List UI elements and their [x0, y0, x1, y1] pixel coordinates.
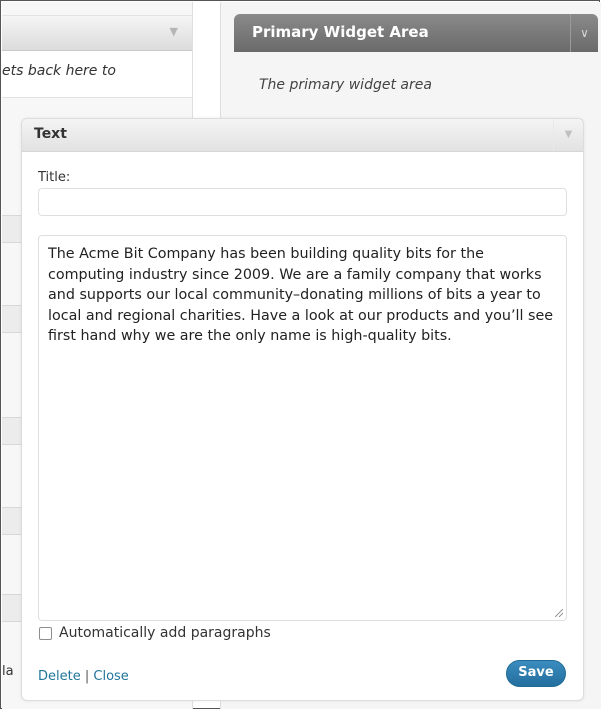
primary-widget-area-description: The primary widget area — [259, 77, 432, 93]
text-widget: Text ▼ Title: The Acme Bit Company has b… — [21, 118, 584, 701]
close-link[interactable]: Close — [93, 669, 128, 684]
triangle-down-icon[interactable]: ▼ — [553, 119, 583, 151]
chevron-down-icon[interactable]: ∨ — [570, 14, 598, 52]
available-widgets-description: ets back here to — [2, 63, 116, 79]
delete-link[interactable]: Delete — [38, 669, 81, 684]
resize-grip-icon[interactable] — [555, 609, 563, 617]
text-content: The Acme Bit Company has been building q… — [48, 246, 554, 344]
text-widget-header[interactable]: Text ▼ — [22, 119, 583, 152]
clipped-label: la — [2, 664, 14, 679]
widgets-screen: ▼ ets back here to la Primary Widget Are… — [0, 0, 601, 709]
primary-widget-area-title: Primary Widget Area — [252, 23, 429, 41]
auto-paragraphs-checkbox[interactable] — [39, 627, 52, 640]
auto-paragraphs-label[interactable]: Automatically add paragraphs — [59, 625, 271, 641]
available-widgets-header[interactable]: ▼ — [2, 15, 192, 51]
primary-widget-area-header[interactable]: Primary Widget Area ∨ — [234, 14, 598, 52]
available-widgets-description-box: ets back here to — [2, 51, 192, 98]
text-widget-title: Text — [34, 126, 67, 142]
link-separator: | — [84, 669, 90, 684]
text-content-textarea[interactable]: The Acme Bit Company has been building q… — [38, 235, 567, 621]
widget-control-links: Delete | Close — [38, 669, 129, 684]
title-input[interactable] — [38, 188, 567, 216]
title-label: Title: — [38, 170, 71, 185]
triangle-down-icon[interactable]: ▼ — [170, 25, 178, 38]
save-button[interactable]: Save — [506, 660, 566, 687]
